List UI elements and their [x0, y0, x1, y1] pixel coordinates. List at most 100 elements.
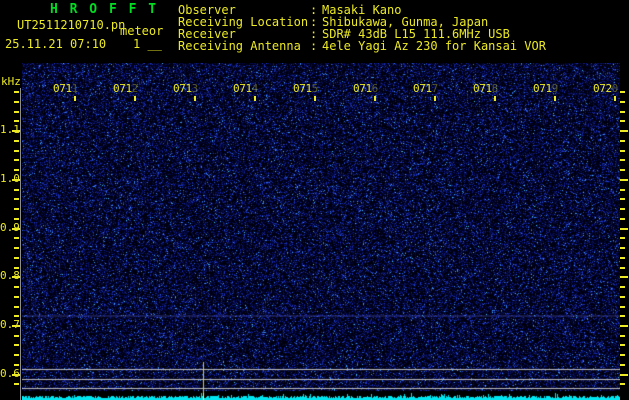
- filename-label: UT2511210710.pn: [17, 18, 126, 32]
- freq-major-tick: [620, 325, 628, 327]
- freq-minor-tick: [14, 140, 19, 142]
- freq-minor-tick: [620, 159, 625, 161]
- time-tick: [314, 96, 316, 101]
- freq-minor-tick: [620, 208, 625, 210]
- freq-minor-tick: [620, 306, 625, 308]
- time-tick: [254, 96, 256, 101]
- freq-minor-tick: [620, 364, 625, 366]
- freq-minor-tick: [14, 111, 19, 113]
- station-info-row: Receiving Antenna:4ele Yagi Az 230 for K…: [178, 40, 546, 52]
- info-label: Receiving Antenna: [178, 39, 301, 53]
- time-tick-label: 071: [293, 82, 312, 95]
- freq-minor-tick: [620, 344, 625, 346]
- freq-minor-tick: [14, 237, 19, 239]
- freq-minor-tick: [620, 247, 625, 249]
- freq-minor-tick: [14, 315, 19, 317]
- time-label: 0718: [473, 83, 498, 94]
- time-label: 0711: [53, 83, 78, 94]
- time-tick-label: 071: [173, 82, 192, 95]
- time-tick: [614, 96, 616, 101]
- freq-major-tick: [620, 130, 628, 132]
- freq-major-tick: [12, 179, 20, 181]
- freq-minor-tick: [620, 354, 625, 356]
- info-value: 4ele Yagi Az 230 for Kansai VOR: [322, 39, 546, 53]
- freq-minor-tick: [620, 218, 625, 220]
- time-label: 0719: [533, 83, 558, 94]
- time-tick-label: 071: [473, 82, 492, 95]
- freq-major-tick: [620, 179, 628, 181]
- time-tick-label: 071: [233, 82, 252, 95]
- freq-minor-tick: [14, 257, 19, 259]
- time-label: 0716: [353, 83, 378, 94]
- freq-minor-tick: [620, 189, 625, 191]
- freq-major-tick: [12, 130, 20, 132]
- freq-minor-tick: [620, 101, 625, 103]
- freq-minor-tick: [14, 120, 19, 122]
- freq-minor-tick: [14, 383, 19, 385]
- time-tick: [434, 96, 436, 101]
- time-tick-label-minute: 8: [491, 82, 499, 95]
- time-tick-label-minute: 7: [431, 82, 439, 95]
- time-label: 0712: [113, 83, 138, 94]
- mode-label: meteor: [120, 24, 164, 38]
- time-tick-label-minute: 4: [251, 82, 259, 95]
- time-tick-label: 071: [533, 82, 552, 95]
- freq-minor-tick: [620, 257, 625, 259]
- freq-minor-tick: [620, 91, 625, 93]
- freq-unit-label: kHz: [1, 75, 21, 88]
- freq-minor-tick: [620, 198, 625, 200]
- freq-minor-tick: [14, 189, 19, 191]
- time-label: 0713: [173, 83, 198, 94]
- freq-minor-tick: [620, 315, 625, 317]
- freq-minor-tick: [14, 286, 19, 288]
- time-tick-label: 072: [593, 82, 612, 95]
- time-tick-label: 071: [113, 82, 132, 95]
- freq-minor-tick: [620, 335, 625, 337]
- freq-minor-tick: [14, 91, 19, 93]
- time-label: 0717: [413, 83, 438, 94]
- time-tick-label-minute: 3: [191, 82, 199, 95]
- freq-major-tick: [620, 228, 628, 230]
- freq-minor-tick: [14, 208, 19, 210]
- time-tick: [554, 96, 556, 101]
- time-label: 0715: [293, 83, 318, 94]
- time-tick: [194, 96, 196, 101]
- time-tick-label-minute: 2: [131, 82, 139, 95]
- freq-minor-tick: [14, 247, 19, 249]
- freq-minor-tick: [14, 267, 19, 269]
- datetime-label: 25.11.21 07:10: [5, 37, 107, 51]
- time-tick-label-minute: 0: [611, 82, 619, 95]
- freq-minor-tick: [620, 140, 625, 142]
- freq-minor-tick: [14, 101, 19, 103]
- freq-major-tick: [620, 374, 628, 376]
- time-tick-label-minute: 6: [371, 82, 379, 95]
- time-label: 0714: [233, 83, 258, 94]
- hrofft-screen: H R O F F T UT2511210710.pn meteor 25.11…: [0, 0, 629, 400]
- freq-axis-line: [20, 88, 21, 400]
- freq-minor-tick: [14, 354, 19, 356]
- time-tick: [134, 96, 136, 101]
- freq-minor-tick: [620, 267, 625, 269]
- spectrogram-canvas: [22, 63, 620, 400]
- freq-minor-tick: [14, 169, 19, 171]
- app-title: H R O F F T: [50, 2, 159, 17]
- station-info: Observer: Masaki Kano Receiving Location: S…: [178, 4, 546, 52]
- freq-major-tick: [12, 228, 20, 230]
- time-tick-label: 071: [413, 82, 432, 95]
- freq-minor-tick: [14, 296, 19, 298]
- freq-minor-tick: [14, 344, 19, 346]
- freq-major-tick: [12, 325, 20, 327]
- freq-minor-tick: [14, 335, 19, 337]
- freq-minor-tick: [620, 237, 625, 239]
- freq-minor-tick: [14, 159, 19, 161]
- freq-major-tick: [12, 276, 20, 278]
- freq-minor-tick: [620, 296, 625, 298]
- freq-minor-tick: [14, 218, 19, 220]
- time-tick: [494, 96, 496, 101]
- freq-minor-tick: [14, 198, 19, 200]
- freq-minor-tick: [620, 120, 625, 122]
- freq-minor-tick: [620, 150, 625, 152]
- time-tick-label: 071: [53, 82, 72, 95]
- time-tick: [374, 96, 376, 101]
- freq-major-tick: [12, 374, 20, 376]
